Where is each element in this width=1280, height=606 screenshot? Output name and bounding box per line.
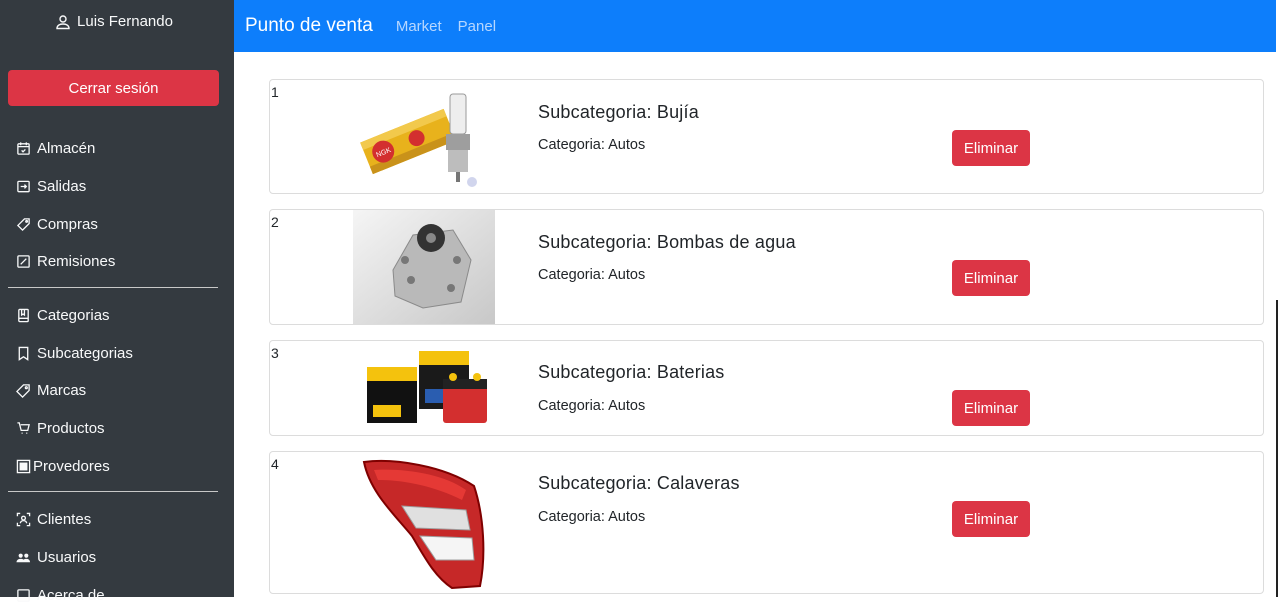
spark-plug-image: NGK xyxy=(354,82,496,192)
card-number: 3 xyxy=(271,345,279,361)
card-category: Categoria: Autos xyxy=(538,137,646,153)
sidebar-divider xyxy=(8,491,218,492)
box-arrow-right-icon xyxy=(17,180,30,192)
person-icon xyxy=(56,14,70,29)
provider-icon xyxy=(16,459,31,473)
top-navbar: Punto de venta Market Panel xyxy=(234,0,1276,52)
logout-button[interactable]: Cerrar sesión xyxy=(8,70,219,106)
scrollbar-edge xyxy=(1276,300,1278,597)
subcategory-card: 4 Subcategoria: Calaveras Categoria: Aut… xyxy=(269,451,1264,594)
delete-button[interactable]: Eliminar xyxy=(952,130,1030,166)
tag-icon xyxy=(16,383,30,398)
sidebar-item-compras[interactable]: Compras xyxy=(16,213,98,235)
nav-link-panel[interactable]: Panel xyxy=(458,18,496,35)
subcategory-card: 3 Subcategoria: Baterias Categoria: Auto… xyxy=(269,340,1264,436)
card-title: Subcategoria: Calaveras xyxy=(538,473,740,493)
delete-button[interactable]: Eliminar xyxy=(952,390,1030,426)
navbar-brand[interactable]: Punto de venta xyxy=(245,15,373,37)
person-bounding-box-icon xyxy=(16,512,31,526)
card-title: Subcategoria: Baterias xyxy=(538,362,725,382)
sidebar-item-salidas[interactable]: Salidas xyxy=(16,175,86,197)
sidebar-item-acerca-de[interactable]: Acerca de xyxy=(16,584,105,606)
batteries-image xyxy=(363,345,505,431)
card-title: Subcategoria: Bujía xyxy=(538,102,699,122)
bookmark-icon xyxy=(18,346,29,361)
nav-link-market[interactable]: Market xyxy=(396,18,442,35)
sidebar-item-clientes[interactable]: Clientes xyxy=(16,508,91,530)
sidebar-item-categorias[interactable]: Categorias xyxy=(16,304,110,326)
receipt-check-icon xyxy=(17,254,30,268)
calendar-icon xyxy=(17,141,30,155)
delete-button[interactable]: Eliminar xyxy=(952,260,1030,296)
sidebar-item-provedores[interactable]: Provedores xyxy=(16,455,110,477)
delete-button[interactable]: Eliminar xyxy=(952,501,1030,537)
card-number: 2 xyxy=(271,214,279,230)
subcategory-card: 2 Subcategoria: Bombas de agua Categoria… xyxy=(269,209,1264,325)
user-info: Luis Fernando xyxy=(0,13,228,30)
card-category: Categoria: Autos xyxy=(538,267,646,283)
card-category: Categoria: Autos xyxy=(538,509,646,525)
tags-icon xyxy=(16,217,30,231)
user-name: Luis Fernando xyxy=(77,13,173,30)
subcategory-card: 1 NGK Subcategoria: Bujía Categoria: Aut… xyxy=(269,79,1264,194)
sidebar: Luis Fernando Cerrar sesión Almacén Sali… xyxy=(0,0,234,604)
sidebar-divider xyxy=(8,287,218,288)
tail-light-image xyxy=(354,456,496,590)
sidebar-item-almacen[interactable]: Almacén xyxy=(16,137,95,159)
square-icon xyxy=(17,588,30,602)
journal-icon xyxy=(18,308,29,322)
card-category: Categoria: Autos xyxy=(538,398,646,414)
card-number: 1 xyxy=(271,84,279,100)
cart-icon xyxy=(17,421,30,434)
water-pump-image xyxy=(353,210,495,324)
sidebar-item-productos[interactable]: Productos xyxy=(16,417,105,439)
people-icon xyxy=(16,553,31,562)
card-number: 4 xyxy=(271,456,279,472)
sidebar-item-remisiones[interactable]: Remisiones xyxy=(16,250,115,272)
sidebar-item-usuarios[interactable]: Usuarios xyxy=(16,546,96,568)
sidebar-item-marcas[interactable]: Marcas xyxy=(16,379,86,401)
card-title: Subcategoria: Bombas de agua xyxy=(538,232,796,252)
sidebar-item-subcategorias[interactable]: Subcategorias xyxy=(16,342,133,364)
